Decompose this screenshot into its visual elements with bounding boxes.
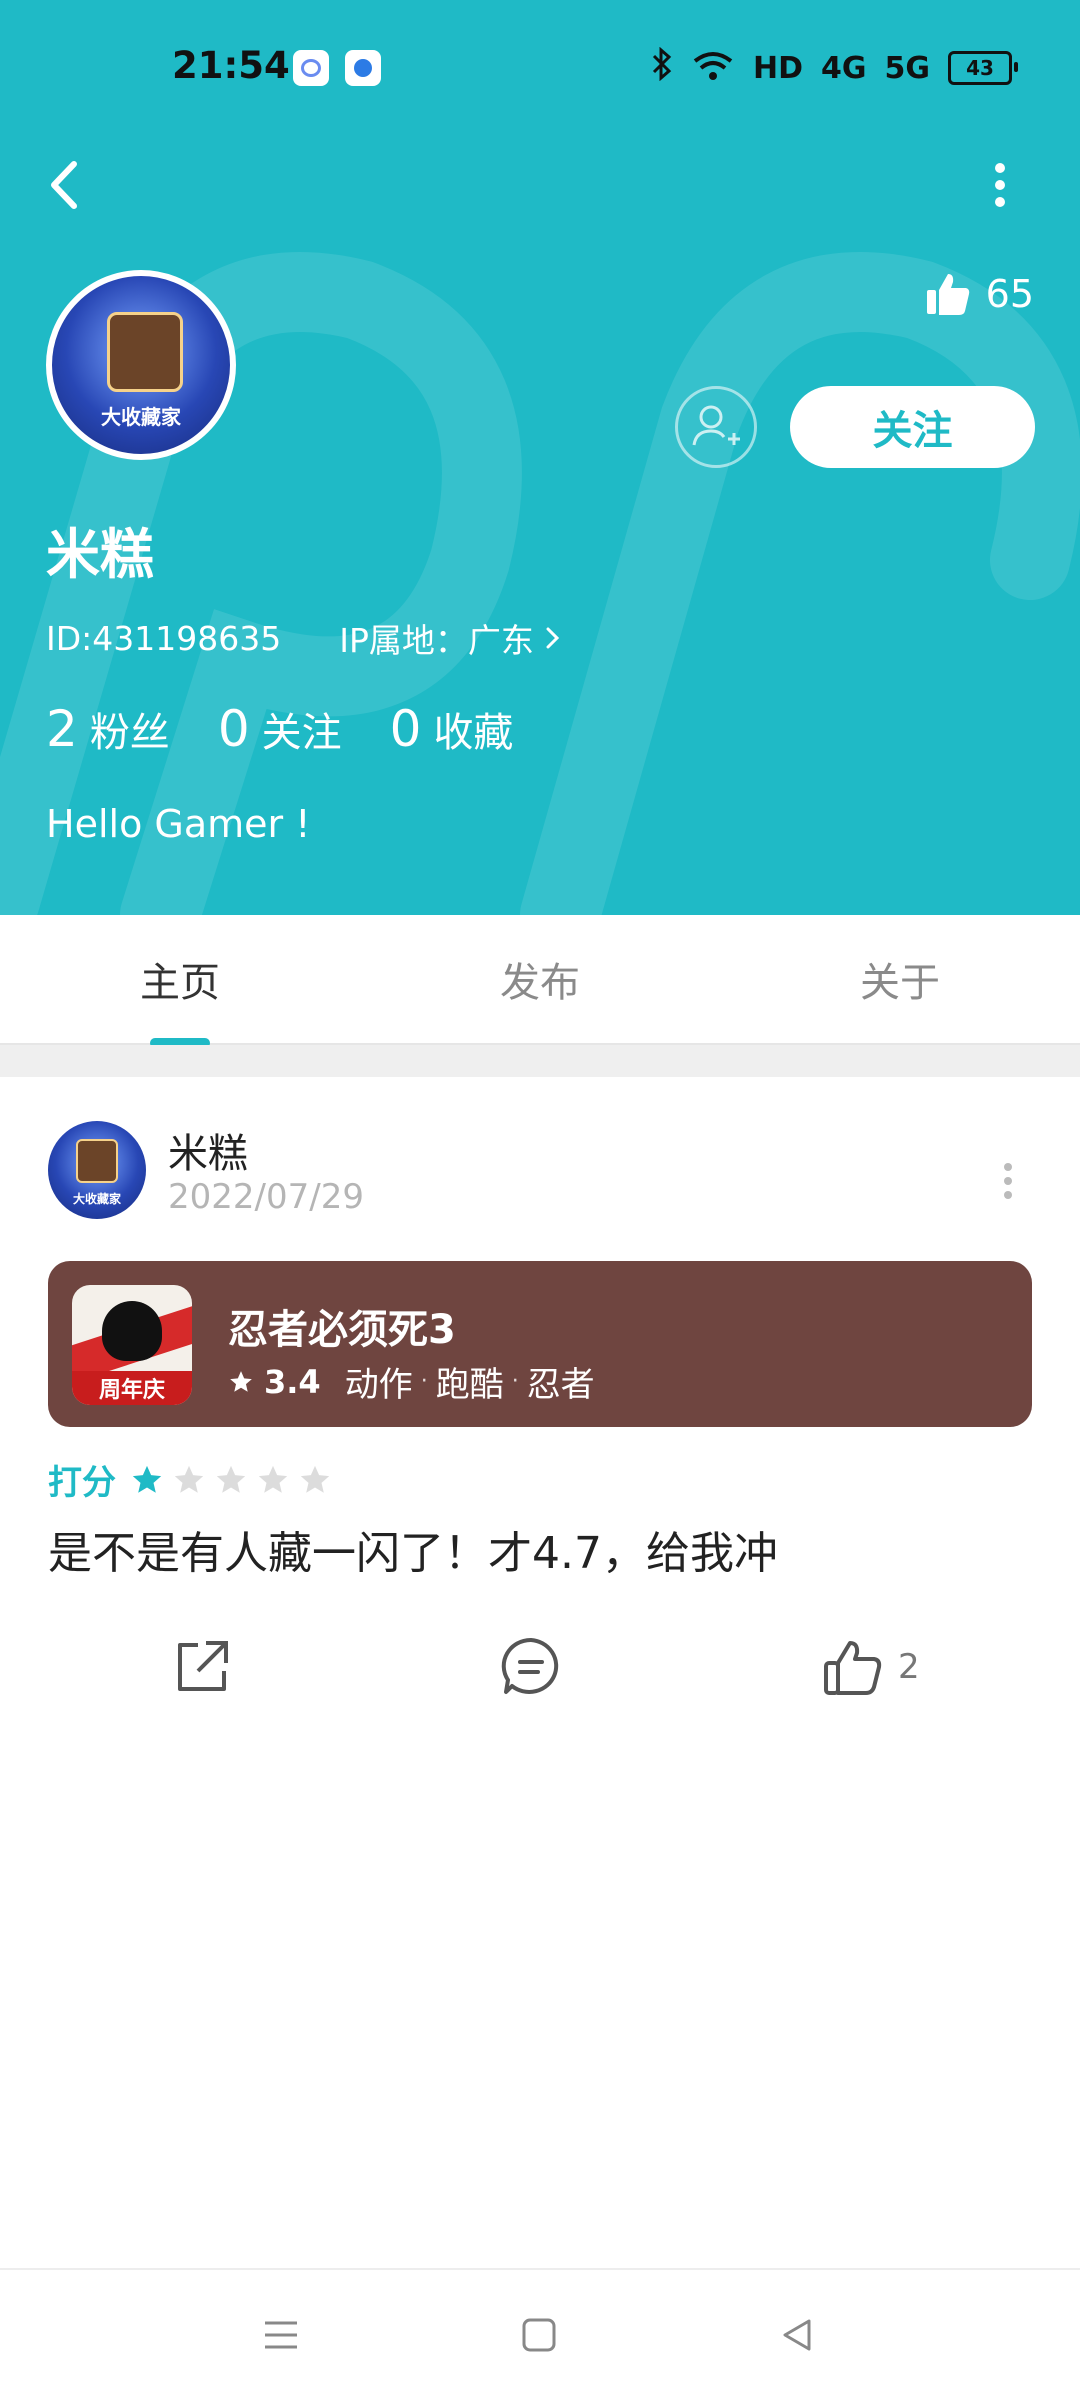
- game-card[interactable]: 周年庆 忍者必须死3 3.4 动作 · 跑酷 · 忍者: [48, 1261, 1032, 1427]
- star-empty-icon: [258, 1465, 288, 1493]
- rating-label: 打分: [48, 1463, 116, 1503]
- comment-icon: [501, 1637, 559, 1694]
- home-square-icon: [522, 2318, 556, 2352]
- stat-following[interactable]: 0 关注: [218, 700, 342, 758]
- signal-5g-icon: 5G: [884, 50, 931, 86]
- back-triangle-icon: [783, 2319, 811, 2351]
- avatar-caption: 大收藏家: [72, 1192, 121, 1206]
- stat-favorites[interactable]: 0 收藏: [390, 700, 514, 758]
- comment-button[interactable]: [498, 1627, 564, 1707]
- share-icon: [178, 1641, 228, 1691]
- star-filled-icon: [132, 1465, 162, 1493]
- game-icon-art: [102, 1301, 162, 1361]
- user-id: ID:431198635: [46, 618, 282, 658]
- game-tags: 动作 · 跑酷 · 忍者: [345, 1357, 595, 1406]
- nav-menu-button[interactable]: [246, 2300, 316, 2370]
- post-like-count: 2: [898, 1647, 920, 1687]
- stat-following-label: 关注: [261, 710, 342, 756]
- profile-bio: Hello Gamer !: [46, 802, 311, 846]
- status-time: 21:54: [172, 44, 290, 87]
- avatar[interactable]: 大收藏家: [46, 270, 236, 460]
- tag-separator: ·: [511, 1369, 519, 1394]
- post-text: 是不是有人藏一闪了！才4.7，给我冲: [48, 1528, 778, 1579]
- bluetooth-icon: [651, 46, 673, 89]
- game-icon: 周年庆: [72, 1285, 192, 1405]
- game-meta: 3.4 动作 · 跑酷 · 忍者: [228, 1357, 595, 1406]
- follow-button[interactable]: 关注: [790, 386, 1035, 468]
- stat-fans-count: 2: [46, 700, 78, 758]
- post-author-avatar[interactable]: 大收藏家: [48, 1121, 146, 1219]
- ip-location: IP属地：广东: [339, 621, 534, 660]
- ip-location-link[interactable]: IP属地：广东: [339, 614, 562, 662]
- stat-fans-label: 粉丝: [89, 710, 170, 756]
- hd-icon: HD: [752, 50, 803, 86]
- wifi-icon: [691, 49, 735, 87]
- stat-favorites-label: 收藏: [433, 710, 514, 756]
- thumbs-up-icon: [824, 1641, 882, 1695]
- share-button[interactable]: [170, 1627, 234, 1707]
- game-title: 忍者必须死3: [228, 1307, 456, 1353]
- like-button[interactable]: 2: [820, 1627, 920, 1707]
- game-icon-badge: 周年庆: [72, 1371, 192, 1405]
- back-arrow-icon: [51, 161, 77, 209]
- chevron-right-icon: [546, 627, 559, 649]
- tab-about[interactable]: 关于: [720, 915, 1080, 1043]
- system-nav-bar: [0, 2268, 1080, 2400]
- back-button[interactable]: [40, 150, 90, 220]
- thumbs-up-icon: [926, 274, 969, 315]
- status-bar: 21:54 HD 4G 5G 43: [0, 0, 1080, 140]
- menu-icon: [265, 2321, 297, 2349]
- post-author-name[interactable]: 米糕: [168, 1121, 248, 1179]
- nav-home-button[interactable]: [504, 2300, 574, 2370]
- profile-like-count: 65: [985, 272, 1034, 316]
- signal-4g-icon: 4G: [821, 50, 867, 86]
- battery-level: 43: [966, 56, 994, 80]
- stat-following-count: 0: [217, 700, 250, 758]
- game-rating: 3.4: [264, 1362, 321, 1401]
- battery-icon: 43: [948, 51, 1018, 85]
- stat-favorites-count: 0: [389, 700, 422, 758]
- stat-fans[interactable]: 2 粉丝: [46, 700, 170, 758]
- notification-app-icon: [345, 50, 381, 86]
- tag-separator: ·: [420, 1369, 428, 1394]
- profile-meta: ID:431198635 IP属地：广东: [46, 614, 562, 662]
- avatar-figure: [76, 1139, 118, 1183]
- profile-username: 米糕: [46, 523, 154, 586]
- avatar-caption: 大收藏家: [101, 405, 181, 429]
- star-icon: [230, 1370, 252, 1392]
- profile-stats: 2 粉丝 0 关注 0 收藏: [46, 700, 513, 758]
- star-empty-icon: [300, 1465, 330, 1493]
- star-empty-icon: [216, 1465, 246, 1493]
- star-empty-icon: [174, 1465, 204, 1493]
- game-tag: 跑酷: [435, 1365, 504, 1405]
- more-vertical-icon: [995, 163, 1005, 207]
- more-vertical-icon: [1004, 1163, 1012, 1199]
- notification-app-icon: [293, 50, 329, 86]
- section-divider: [0, 1045, 1080, 1077]
- game-tag: 忍者: [526, 1365, 595, 1405]
- tab-posts[interactable]: 发布: [360, 915, 720, 1043]
- add-friend-icon: [692, 405, 740, 446]
- status-indicators: HD 4G 5G 43: [651, 46, 1018, 89]
- tab-home[interactable]: 主页: [0, 915, 360, 1043]
- nav-back-button[interactable]: [762, 2300, 832, 2370]
- post-rating: 打分: [48, 1455, 332, 1504]
- profile-tabs: 主页 发布 关于: [0, 915, 1080, 1045]
- post-date: 2022/07/29: [168, 1177, 364, 1217]
- add-friend-button[interactable]: [675, 386, 757, 468]
- profile-header: 21:54 HD 4G 5G 43 65 大收藏家 关注 米糕 ID:43119…: [0, 0, 1080, 915]
- game-tag: 动作: [344, 1365, 413, 1405]
- post-more-button[interactable]: [996, 1151, 1020, 1211]
- more-options-button[interactable]: [980, 150, 1020, 220]
- profile-likes: 65: [924, 270, 1034, 318]
- avatar-figure: [107, 312, 183, 392]
